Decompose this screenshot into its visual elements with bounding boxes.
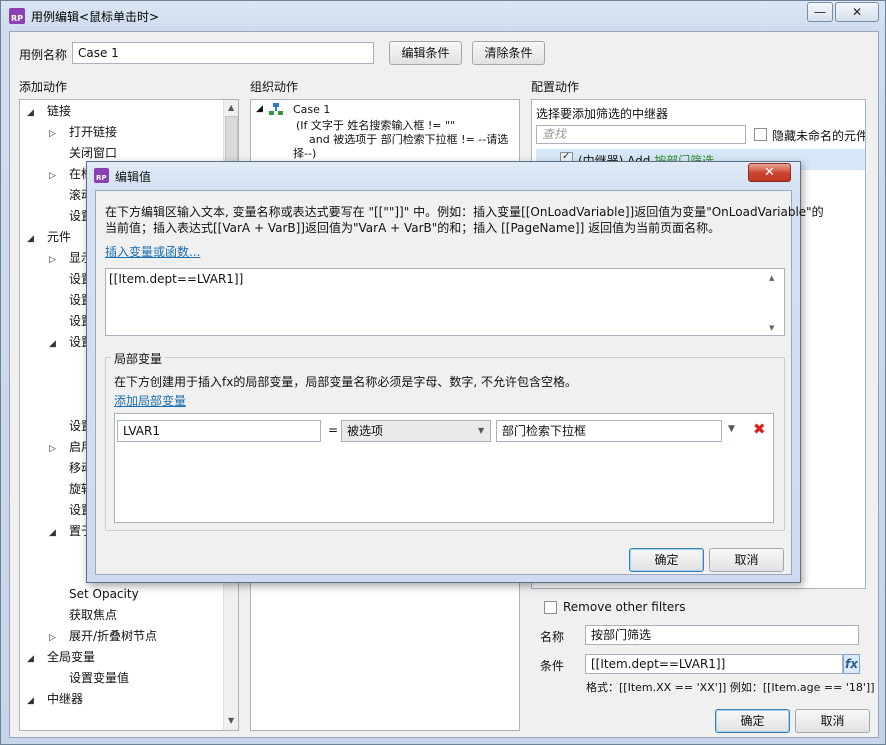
collapse-icon[interactable]: ◢ bbox=[49, 334, 61, 355]
action-tree-item-label: 设置变量值 bbox=[69, 671, 130, 685]
action-tree-item-label: 元件 bbox=[47, 230, 72, 244]
action-tree-item[interactable]: 获取焦点 bbox=[49, 605, 117, 626]
filter-name-input[interactable]: 按部门筛选 bbox=[585, 625, 859, 645]
scroll-down-icon[interactable]: ▼ bbox=[228, 716, 234, 725]
configure-actions-header: 配置动作 bbox=[531, 80, 580, 94]
value-editor-textarea[interactable]: [[Item.dept==LVAR1]] ▲ ▼ bbox=[105, 268, 785, 336]
local-variable-list: LVAR1 = 被选项 ▼ 部门检索下拉框 ▼ ✖ bbox=[114, 413, 774, 523]
add-actions-header: 添加动作 bbox=[19, 80, 68, 94]
fx-function-button[interactable]: fx bbox=[843, 654, 860, 674]
action-tree-item-label: 关闭窗口 bbox=[69, 146, 118, 160]
type-dropdown-icon: ▼ bbox=[478, 426, 485, 435]
case-node-icon bbox=[269, 103, 283, 116]
equals-sign: = bbox=[328, 423, 339, 437]
value-editor-text: [[Item.dept==LVAR1]] bbox=[109, 272, 244, 286]
minimize-button[interactable]: — bbox=[807, 2, 833, 22]
case-collapse-icon[interactable]: ◢ bbox=[256, 104, 263, 114]
action-tree-item[interactable]: ▷ 打开链接 bbox=[49, 122, 117, 143]
delete-variable-icon[interactable]: ✖ bbox=[753, 420, 766, 438]
case-name-label: 用例名称 bbox=[19, 48, 68, 62]
dialog-close-button[interactable]: ✕ bbox=[748, 163, 791, 182]
dialog-app-icon: RP bbox=[94, 168, 109, 183]
dialog-ok-button[interactable]: 确定 bbox=[629, 548, 704, 572]
expand-icon[interactable]: ▷ bbox=[49, 250, 61, 271]
cancel-button[interactable]: 取消 bbox=[795, 709, 870, 733]
case-name-input[interactable]: Case 1 bbox=[72, 42, 374, 64]
local-variable-type-select[interactable]: 被选项 ▼ bbox=[341, 420, 491, 442]
remove-other-filters-checkbox[interactable] bbox=[544, 601, 557, 614]
collapse-icon[interactable]: ◢ bbox=[49, 523, 61, 544]
filter-condition-label: 条件 bbox=[540, 659, 565, 673]
action-tree-item[interactable]: ◢ 中继器 bbox=[27, 689, 83, 710]
expand-icon[interactable]: ▷ bbox=[49, 439, 61, 460]
action-tree-item-label: 展开/折叠树节点 bbox=[69, 629, 158, 643]
axure-app-icon: RP bbox=[9, 8, 25, 24]
edit-value-dialog: RP 编辑值 ✕ 在下方编辑区输入文本, 变量名称或表达式要写在 "[[""]]… bbox=[86, 161, 824, 583]
local-variable-type-value: 被选项 bbox=[347, 424, 384, 438]
ok-button[interactable]: 确定 bbox=[715, 709, 790, 733]
insert-variable-link[interactable]: 插入变量或函数... bbox=[105, 243, 200, 260]
collapse-icon[interactable]: ◢ bbox=[27, 691, 39, 712]
action-tree-item-label: 全局变量 bbox=[47, 650, 96, 664]
dialog-instructions-line-1: 在下方编辑区输入文本, 变量名称或表达式要写在 "[[""]]" 中。例如：插入… bbox=[105, 205, 824, 219]
case-condition-line-3: 择--) bbox=[293, 147, 317, 160]
action-tree-item[interactable]: ◢ 全局变量 bbox=[27, 647, 95, 668]
action-tree-item-label: 打开链接 bbox=[69, 125, 118, 139]
editor-scroll-down-icon[interactable]: ▼ bbox=[769, 324, 774, 332]
collapse-icon[interactable]: ◢ bbox=[27, 103, 39, 124]
add-local-variable-link[interactable]: 添加局部变量 bbox=[114, 392, 186, 409]
action-tree-item[interactable]: ◢ 链接 bbox=[27, 101, 71, 122]
local-variable-name-input[interactable]: LVAR1 bbox=[117, 420, 321, 442]
close-window-button[interactable]: ✕ bbox=[835, 2, 879, 22]
dialog-title: 编辑值 bbox=[115, 170, 152, 184]
case-condition-line-2: and 被选项于 部门检索下拉框 != --请选 bbox=[309, 133, 509, 146]
clear-condition-button[interactable]: 清除条件 bbox=[472, 41, 545, 65]
case-title[interactable]: Case 1 bbox=[293, 103, 330, 116]
action-tree-item[interactable]: ▷ 展开/折叠树节点 bbox=[49, 626, 157, 647]
title-bar[interactable]: RP 用例编辑<鼠标单击时> — ✕ bbox=[1, 1, 885, 31]
dialog-client: 在下方编辑区输入文本, 变量名称或表达式要写在 "[[""]]" 中。例如：插入… bbox=[95, 190, 824, 575]
scroll-up-icon[interactable]: ▲ bbox=[228, 103, 234, 112]
expand-icon[interactable]: ▷ bbox=[49, 124, 61, 145]
action-tree-item-label: 链接 bbox=[47, 104, 72, 118]
local-variable-target-input[interactable]: 部门检索下拉框 bbox=[496, 420, 722, 442]
target-dropdown-icon[interactable]: ▼ bbox=[728, 424, 735, 434]
dialog-instructions-line-2: 当前值；插入表达式[[VarA + VarB]]返回值为"VarA + VarB… bbox=[105, 221, 721, 235]
action-tree-item[interactable]: Set Opacity bbox=[49, 584, 139, 605]
filter-name-label: 名称 bbox=[540, 630, 565, 644]
window-title: 用例编辑<鼠标单击时> bbox=[31, 10, 160, 24]
repeater-search-input[interactable]: 查找 bbox=[536, 125, 746, 144]
action-tree-item[interactable]: 设置变量值 bbox=[49, 668, 129, 689]
remove-other-filters-label: Remove other filters bbox=[563, 600, 686, 614]
hide-unnamed-label: 隐藏未命名的元件 bbox=[772, 129, 866, 143]
collapse-icon[interactable]: ◢ bbox=[27, 649, 39, 670]
hide-unnamed-checkbox[interactable] bbox=[754, 128, 767, 141]
action-tree-item-label: Set Opacity bbox=[69, 587, 139, 601]
collapse-icon[interactable]: ◢ bbox=[27, 229, 39, 250]
edit-condition-button[interactable]: 编辑条件 bbox=[389, 41, 462, 65]
expand-icon[interactable]: ▷ bbox=[49, 628, 61, 649]
expand-icon[interactable]: ▷ bbox=[49, 166, 61, 187]
local-variables-legend: 局部变量 bbox=[111, 350, 166, 367]
dialog-cancel-button[interactable]: 取消 bbox=[709, 548, 784, 572]
filter-condition-input[interactable]: [[Item.dept==LVAR1]] bbox=[585, 654, 843, 674]
action-tree-item-label: 中继器 bbox=[47, 692, 84, 706]
action-tree-item-label: 获取焦点 bbox=[69, 608, 118, 622]
editor-scroll-up-icon[interactable]: ▲ bbox=[769, 274, 774, 282]
local-variables-hint: 在下方创建用于插入fx的局部变量，局部变量名称必须是字母、数字, 不允许包含空格… bbox=[114, 375, 577, 389]
organize-actions-header: 组织动作 bbox=[250, 80, 299, 94]
action-tree-item[interactable]: ◢ 元件 bbox=[27, 227, 71, 248]
select-repeater-label: 选择要添加筛选的中继器 bbox=[536, 107, 669, 121]
condition-format-hint: 格式：[[Item.XX == 'XX']] 例如：[[Item.age == … bbox=[586, 681, 875, 694]
